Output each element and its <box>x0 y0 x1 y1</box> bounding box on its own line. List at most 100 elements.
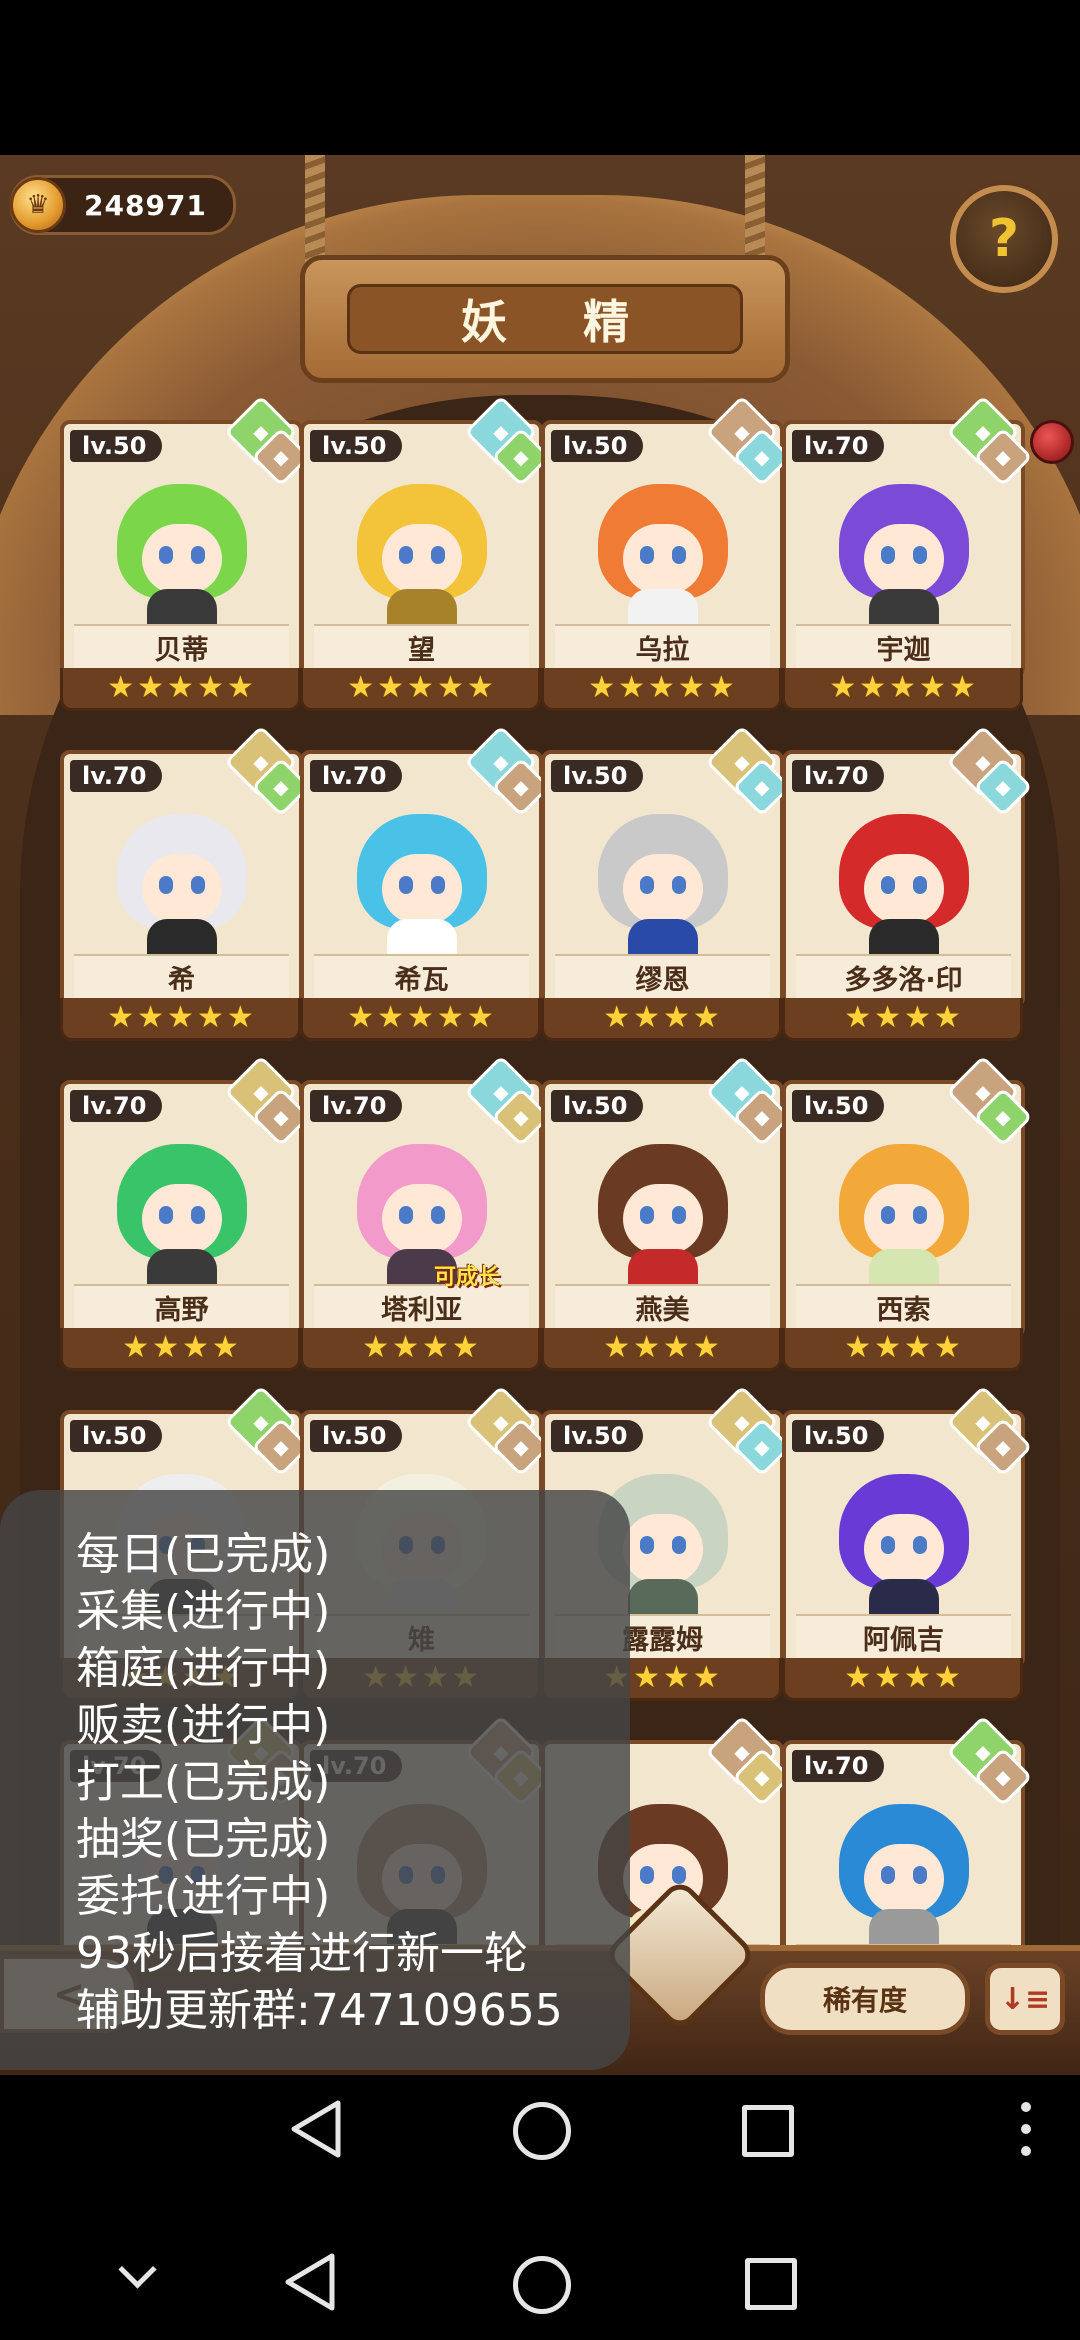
status-line: 贩卖(进行中) <box>76 1700 331 1751</box>
star-icon: ★ <box>948 670 976 705</box>
name-ribbon: 宇迦 <box>796 624 1011 668</box>
star-icon: ★ <box>692 1000 720 1035</box>
star-icon: ★ <box>918 670 946 705</box>
status-line: 93秒后接着进行新一轮 <box>76 1928 528 1979</box>
status-bar-area <box>0 0 1080 155</box>
star-icon: ★ <box>466 670 494 705</box>
question-mark-sprout-icon: ? <box>988 209 1020 269</box>
name-ribbon: 高野 <box>74 1284 289 1328</box>
level-badge: lv.70 <box>310 760 403 792</box>
star-icon: ★ <box>347 670 375 705</box>
fairy-portrait <box>565 1114 760 1284</box>
star-icon: ★ <box>874 1000 901 1035</box>
help-button[interactable]: ? <box>950 185 1058 293</box>
star-rating: ★ ★ ★ ★ ★ <box>300 668 541 711</box>
star-icon: ★ <box>107 1000 135 1035</box>
star-icon: ★ <box>167 1000 194 1035</box>
name-ribbon: 希 <box>74 954 289 998</box>
star-icon: ★ <box>663 1330 690 1365</box>
status-line: 箱庭(进行中) <box>76 1643 331 1694</box>
star-rating: ★ ★ ★ ★ ★ <box>60 668 301 711</box>
fairy-portrait <box>806 1114 1001 1284</box>
star-rating: ★ ★ ★ ★ ★ <box>300 998 541 1041</box>
name-ribbon: 乌拉 <box>555 624 770 668</box>
fairy-card[interactable]: lv.70 宇迦 ◆ ◆ ★ ★ ★ ★ ★ <box>782 395 1033 711</box>
fairy-name: 高野 <box>154 1294 209 1326</box>
rarity-sort-button[interactable]: 稀有度 <box>760 1963 970 2035</box>
star-icon: ★ <box>874 1660 901 1695</box>
name-ribbon: 缪恩 <box>555 954 770 998</box>
star-icon: ★ <box>122 1330 150 1365</box>
star-icon: ★ <box>904 1330 931 1365</box>
fairy-card[interactable]: lv.50 望 ◆ ◆ ★ ★ ★ ★ ★ <box>300 395 551 711</box>
level-badge: lv.50 <box>70 1420 163 1452</box>
fairy-portrait <box>565 454 760 624</box>
star-icon: ★ <box>618 670 646 705</box>
level-badge: lv.70 <box>310 1090 403 1122</box>
fairy-card[interactable]: lv.70 多多洛·印 ◆ ◆ ★ ★ ★ ★ <box>782 725 1033 1041</box>
fairy-name: 贝蒂 <box>154 634 209 666</box>
fairy-name: 西索 <box>876 1294 931 1326</box>
fairy-card[interactable]: lv.70 高野 ◆ ◆ ★ ★ ★ ★ <box>60 1055 311 1371</box>
fairy-card[interactable]: lv.50 阿佩吉 ◆ ◆ ★ ★ ★ ★ <box>782 1385 1033 1701</box>
fairy-name: 希 <box>168 964 195 996</box>
fairy-portrait <box>84 1114 279 1284</box>
level-badge: lv.50 <box>70 430 163 462</box>
page-title: 妖 精 <box>460 295 659 349</box>
recents-square-icon[interactable] <box>742 2105 794 2157</box>
fairy-card[interactable]: lv.50 缪恩 ◆ ◆ ★ ★ ★ ★ <box>541 725 792 1041</box>
star-icon: ★ <box>933 1330 961 1365</box>
growable-tag: 可成长 <box>434 1265 501 1290</box>
crown-coin-icon: ♛ <box>10 177 66 233</box>
star-icon: ★ <box>692 1660 720 1695</box>
level-badge: lv.70 <box>792 760 885 792</box>
star-rating: ★★★★ <box>541 1328 782 1371</box>
level-badge: lv.50 <box>551 1090 644 1122</box>
name-ribbon: 望 <box>314 624 529 668</box>
fairy-card[interactable]: lv.50 燕美 ◆ ◆ ★ ★ ★ ★ <box>541 1055 792 1371</box>
fairy-portrait <box>565 784 760 954</box>
star-icon: ★ <box>451 1330 479 1365</box>
level-badge: lv.50 <box>551 760 644 792</box>
status-line: 采集(进行中) <box>76 1586 331 1637</box>
star-rating: ★★★★ <box>782 1658 1023 1701</box>
star-icon: ★ <box>407 670 434 705</box>
star-icon: ★ <box>436 1000 464 1035</box>
fairy-name: 塔利亚 <box>381 1294 462 1326</box>
sort-descending-icon: ↓≡ <box>999 1981 1051 2017</box>
fairy-card[interactable]: lv.70 希瓦 ◆ ◆ ★ ★ ★ ★ ★ <box>300 725 551 1041</box>
name-ribbon: 希瓦 <box>314 954 529 998</box>
status-line: 抽奖(已完成) <box>76 1814 331 1865</box>
star-icon: ★ <box>933 1660 961 1695</box>
sort-order-button[interactable]: ↓≡ <box>985 1963 1065 2035</box>
star-rating: ★ ★ ★ ★ ★ <box>541 668 782 711</box>
fairy-card[interactable]: lv.50 乌拉 ◆ ◆ ★ ★ ★ ★ ★ <box>541 395 792 711</box>
star-icon: ★ <box>904 1660 931 1695</box>
star-icon: ★ <box>167 670 194 705</box>
chevron-down-icon[interactable] <box>118 2250 157 2289</box>
star-icon: ★ <box>844 1660 872 1695</box>
fairy-card[interactable]: lv.70 希 ◆ ◆ ★ ★ ★ ★ ★ <box>60 725 311 1041</box>
star-icon: ★ <box>182 1330 209 1365</box>
fairy-card[interactable]: lv.50 西索 ◆ ◆ ★ ★ ★ ★ <box>782 1055 1033 1371</box>
home-circle-icon[interactable] <box>513 2102 571 2160</box>
currency-counter: ♛ 248971 <box>10 175 236 235</box>
status-line: 每日(已完成) <box>76 1529 331 1580</box>
recents-square-icon[interactable] <box>745 2258 797 2310</box>
fairy-card[interactable]: lv.50 贝蒂 ◆ ◆ ★ ★ ★ ★ ★ <box>60 395 311 711</box>
star-icon: ★ <box>211 1330 239 1365</box>
more-vertical-icon[interactable] <box>1016 2099 1036 2159</box>
title-signboard: 妖 精 <box>300 255 790 383</box>
star-icon: ★ <box>829 670 857 705</box>
back-triangle-icon[interactable] <box>282 2252 338 2312</box>
back-triangle-icon[interactable] <box>288 2099 344 2159</box>
home-circle-icon[interactable] <box>513 2256 571 2314</box>
fairy-name: 多多洛·印 <box>844 964 963 996</box>
star-icon: ★ <box>692 1330 720 1365</box>
star-icon: ★ <box>859 670 887 705</box>
star-icon: ★ <box>844 1330 872 1365</box>
fairy-card[interactable]: lv.70 塔利亚 可成长 ◆ ◆ ★ ★ ★ ★ <box>300 1055 551 1371</box>
name-ribbon: 贝蒂 <box>74 624 289 668</box>
level-badge: lv.70 <box>792 1750 885 1782</box>
star-icon: ★ <box>603 1330 631 1365</box>
